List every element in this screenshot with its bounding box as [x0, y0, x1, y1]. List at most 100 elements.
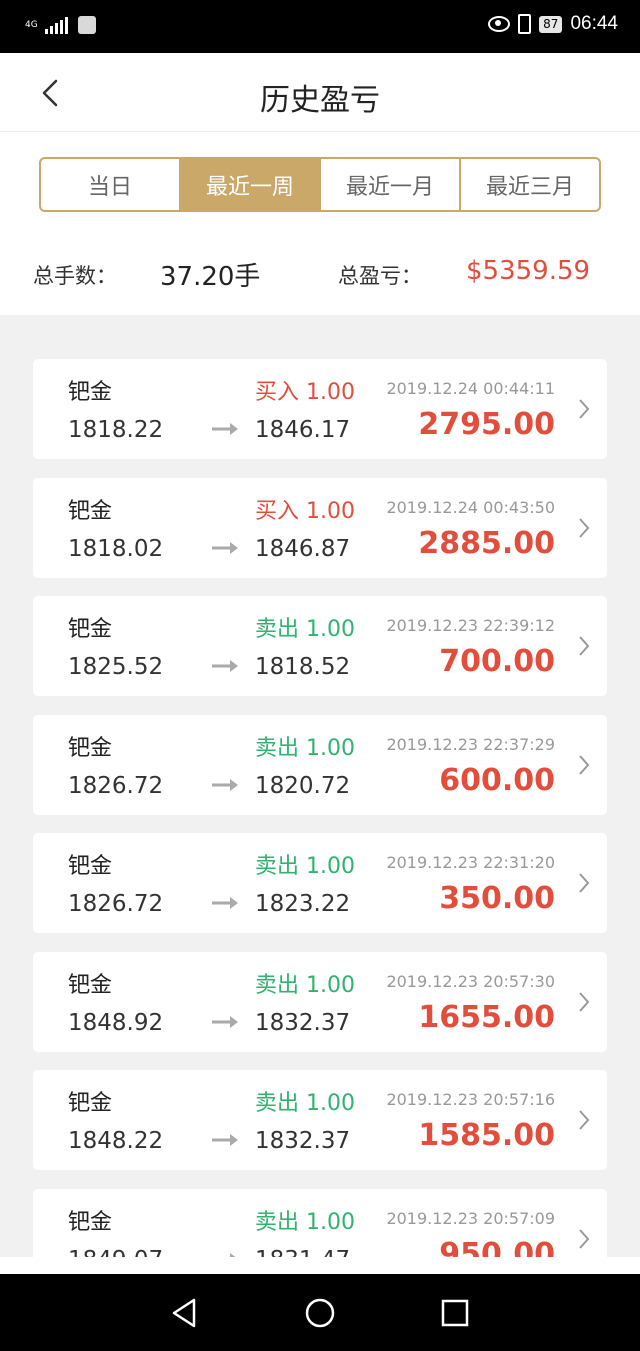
- trade-profit: 2885.00: [418, 525, 555, 561]
- arrow-right-icon: [212, 660, 238, 672]
- square-recents-icon: [441, 1299, 469, 1327]
- tab-last-month[interactable]: 最近一月: [321, 159, 461, 210]
- trade-item[interactable]: 钯金 卖出 1.00 2019.12.23 20:57:09 1849.07 1831.…: [33, 1188, 607, 1258]
- arrow-right-icon: [212, 778, 238, 791]
- trade-time: 2019.12.23 20:57:09: [386, 1208, 555, 1228]
- arrow-right-icon: [212, 541, 238, 554]
- nav-home-button[interactable]: [303, 1296, 337, 1330]
- chevron-right-icon: [579, 517, 590, 538]
- trade-direction: 买入 1.00: [255, 498, 355, 524]
- product-name: 钯金: [68, 854, 113, 879]
- trade-profit: 600.00: [439, 762, 555, 798]
- chevron-right-icon: [579, 1228, 590, 1249]
- close-price: 1832.37: [255, 1128, 351, 1154]
- open-price: 1826.72: [68, 772, 164, 799]
- trade-time: 2019.12.23 20:57:30: [386, 971, 555, 991]
- trade-item[interactable]: 钯金 卖出 1.00 2019.12.23 20:57:30 1848.92 1832.…: [33, 951, 607, 1052]
- trade-time: 2019.12.23 22:37:29: [386, 734, 555, 754]
- close-price: 1831.47: [255, 1247, 350, 1258]
- trade-item[interactable]: 钯金 卖出 1.00 2019.12.23 20:57:16 1848.22 1832.…: [33, 1070, 607, 1170]
- trade-item[interactable]: 钯金 卖出 1.00 2019.12.23 22:39:12 1825.52 1818.…: [33, 596, 607, 696]
- trade-time: 2019.12.24 00:44:11: [386, 379, 555, 398]
- signal-icon: [45, 16, 68, 34]
- total-lots-value: 37.20手: [160, 262, 261, 292]
- eye-comfort-icon: [488, 16, 511, 32]
- total-pnl-label: 总盈亏：: [338, 264, 422, 288]
- trade-item[interactable]: 钯金 买入 1.00 2019.12.24 00:43:50 1818.02 1846.…: [33, 477, 607, 578]
- network-type: 4G: [25, 19, 38, 30]
- trade-direction: 卖出 1.00: [255, 1091, 355, 1116]
- close-price: 1818.52: [255, 654, 351, 680]
- battery-icon: 87: [539, 15, 563, 33]
- open-price: 1825.52: [68, 654, 164, 680]
- tab-today[interactable]: 当日: [41, 159, 181, 210]
- trade-profit: 700.00: [439, 644, 555, 679]
- trade-item[interactable]: 钯金 卖出 1.00 2019.12.23 22:37:29 1826.72 1820.…: [33, 714, 607, 815]
- total-pnl-value: $5359.59: [466, 256, 591, 286]
- open-price: 1849.07: [68, 1247, 163, 1258]
- arrow-right-icon: [212, 423, 238, 435]
- trade-time: 2019.12.23 22:31:20: [386, 853, 555, 872]
- chevron-right-icon: [579, 991, 590, 1012]
- trade-direction: 卖出 1.00: [255, 1209, 355, 1235]
- clock: 06:44: [570, 13, 618, 34]
- summary-row: 总手数： 37.20手 总盈亏： $5359.59: [0, 250, 640, 300]
- trade-direction: 买入 1.00: [255, 380, 355, 405]
- product-name: 钯金: [68, 1091, 113, 1116]
- chevron-right-icon: [579, 1110, 590, 1130]
- period-tabs: 当日 最近一周 最近一月 最近三月: [39, 157, 601, 212]
- close-price: 1846.87: [255, 535, 351, 562]
- trade-direction: 卖出 1.00: [255, 854, 355, 879]
- chevron-right-icon: [579, 399, 590, 419]
- trade-item[interactable]: 钯金 卖出 1.00 2019.12.23 22:31:20 1826.72 1823.…: [33, 833, 607, 933]
- product-name: 钯金: [68, 735, 113, 761]
- trade-profit: 2795.00: [418, 407, 555, 442]
- status-right: 87 06:44: [488, 13, 618, 35]
- trade-direction: 卖出 1.00: [255, 972, 355, 998]
- nav-recents-button[interactable]: [438, 1296, 472, 1330]
- page-title: 历史盈亏: [260, 83, 380, 118]
- trade-time: 2019.12.24 00:43:50: [386, 497, 555, 517]
- arrow-right-icon: [230, 1252, 236, 1257]
- system-nav-bar: [0, 1274, 640, 1351]
- trade-time: 2019.12.23 22:39:12: [386, 616, 555, 635]
- trade-profit: 1655.00: [418, 999, 555, 1035]
- vibrate-icon: [518, 14, 532, 34]
- trade-direction: 卖出 1.00: [255, 735, 355, 761]
- triangle-back-icon: [172, 1298, 196, 1328]
- close-price: 1832.37: [255, 1009, 351, 1036]
- product-name: 钯金: [68, 1209, 113, 1235]
- product-name: 钯金: [68, 617, 113, 642]
- trade-time: 2019.12.23 20:57:16: [386, 1090, 555, 1109]
- arrow-right-icon: [212, 1134, 238, 1146]
- chevron-right-icon: [579, 754, 590, 775]
- arrow-right-icon: [212, 897, 238, 909]
- trade-list: 钯金 买入 1.00 2019.12.24 00:44:11 1818.22 1846.…: [0, 315, 640, 1257]
- open-price: 1826.72: [68, 891, 164, 917]
- close-price: 1823.22: [255, 891, 351, 917]
- chevron-right-icon: [579, 636, 590, 656]
- nav-back-button[interactable]: [168, 1296, 202, 1330]
- trade-profit: 950.00: [439, 1236, 555, 1258]
- app-header: 历史盈亏: [0, 53, 640, 132]
- trade-direction: 卖出 1.00: [255, 617, 355, 642]
- open-price: 1818.22: [68, 417, 164, 443]
- status-left: 4G: [25, 16, 96, 34]
- status-bar: 4G 87 06:44: [0, 0, 640, 53]
- close-price: 1820.72: [255, 772, 351, 799]
- chevron-right-icon: [579, 873, 590, 893]
- open-price: 1848.22: [68, 1128, 164, 1154]
- arrow-right-icon: [212, 1015, 238, 1028]
- product-name: 钯金: [68, 498, 113, 524]
- product-name: 钯金: [68, 972, 113, 998]
- open-price: 1818.02: [68, 535, 164, 562]
- tab-last-week[interactable]: 最近一周: [181, 159, 321, 210]
- circle-home-icon: [305, 1298, 335, 1328]
- close-price: 1846.17: [255, 417, 351, 443]
- trade-profit: 350.00: [439, 881, 555, 916]
- tab-last-three-months[interactable]: 最近三月: [461, 159, 599, 210]
- trade-profit: 1585.00: [418, 1118, 555, 1153]
- open-price: 1848.92: [68, 1009, 164, 1036]
- gallery-notification-icon: [78, 16, 96, 34]
- trade-item[interactable]: 钯金 买入 1.00 2019.12.24 00:44:11 1818.22 1846.…: [33, 359, 607, 459]
